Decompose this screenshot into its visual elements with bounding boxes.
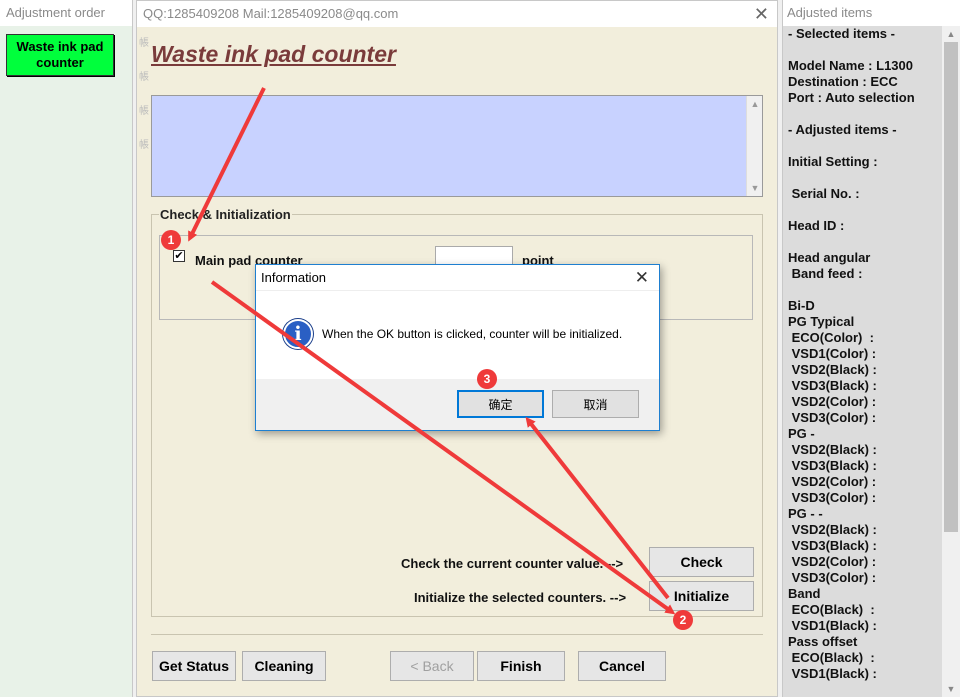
scroll-up-icon[interactable]: ▲: [747, 96, 763, 112]
adjusted-item-line: Destination : ECC: [788, 74, 898, 89]
adjustment-order-panel: Adjustment order Waste ink pad counter: [0, 0, 133, 697]
adjusted-item-line: VSD2(Color) :: [788, 474, 877, 489]
adjusted-item-line: VSD2(Black) :: [788, 362, 877, 377]
close-icon[interactable]: ✕: [635, 268, 649, 288]
annotation-marker-1: 1: [161, 230, 181, 250]
adjusted-item-line: Head ID :: [788, 218, 845, 233]
info-scrollbar[interactable]: ▲ ▼: [746, 96, 762, 196]
initialize-button[interactable]: Initialize: [649, 581, 754, 611]
adjusted-item-line: VSD3(Color) :: [788, 570, 877, 585]
scroll-thumb[interactable]: [944, 42, 958, 532]
divider: [151, 634, 763, 635]
adjusted-items-panel: Adjusted items - Selected items - Model …: [782, 0, 960, 697]
adjustment-order-title: Adjustment order: [0, 0, 132, 26]
adjusted-item-line: VSD2(Color) :: [788, 554, 877, 569]
adjusted-item-line: VSD3(Black) :: [788, 538, 877, 553]
adjusted-item-line: VSD3(Color) :: [788, 410, 877, 425]
cancel-button[interactable]: Cancel: [578, 651, 666, 681]
adjusted-item-line: [788, 170, 938, 186]
info-display: ▲ ▼: [151, 95, 763, 197]
dialog-footer: 确定 取消: [256, 379, 659, 430]
get-status-button[interactable]: Get Status: [152, 651, 236, 681]
adjusted-item-line: VSD1(Black) :: [788, 666, 877, 681]
adjusted-item-line: Head angular: [788, 250, 871, 265]
adjusted-item-line: ECO(Black) :: [788, 650, 875, 665]
adjusted-item-line: VSD1(Black) :: [788, 618, 877, 633]
dialog-message: When the OK button is clicked, counter w…: [322, 327, 623, 341]
adjusted-item-line: Band: [788, 586, 821, 601]
left-edge-strip: 帳帳帳帳: [139, 38, 149, 151]
finish-button[interactable]: Finish: [477, 651, 565, 681]
adjusted-items-list: - Selected items - Model Name : L1300 Des…: [788, 26, 938, 682]
page-title: Waste ink pad counter: [151, 41, 396, 67]
dialog-titlebar: Information ✕: [256, 265, 659, 291]
annotation-marker-3: 3: [477, 369, 497, 389]
adjusted-item-line: Model Name : L1300: [788, 58, 913, 73]
dialog-title: Information: [261, 270, 327, 285]
adjusted-item-line: VSD2(Black) :: [788, 522, 877, 537]
scroll-down-icon[interactable]: ▼: [942, 681, 960, 697]
adjusted-item-line: PG Typical: [788, 314, 855, 329]
main-window-title: QQ:1285409208 Mail:1285409208@qq.com ✕: [137, 1, 777, 27]
adjusted-item-line: - Adjusted items -: [788, 122, 897, 137]
scroll-up-icon[interactable]: ▲: [942, 26, 960, 42]
adjusted-item-line: Pass offset: [788, 634, 858, 649]
adjusted-item-line: Bi-D: [788, 298, 815, 313]
close-icon[interactable]: ✕: [754, 4, 769, 25]
adjusted-items-title: Adjusted items: [783, 0, 960, 26]
scroll-down-icon[interactable]: ▼: [747, 180, 763, 196]
cleaning-button[interactable]: Cleaning: [242, 651, 326, 681]
adjusted-item-line: VSD2(Color) :: [788, 394, 877, 409]
adjusted-item-line: PG - -: [788, 506, 823, 521]
window-title-text: QQ:1285409208 Mail:1285409208@qq.com: [143, 6, 399, 21]
back-button[interactable]: < Back: [390, 651, 474, 681]
adjusted-item-line: [788, 106, 938, 122]
adjusted-item-line: [788, 282, 938, 298]
main-pad-checkbox[interactable]: ✔: [173, 250, 185, 262]
adjusted-item-line: VSD3(Color) :: [788, 490, 877, 505]
annotation-marker-2: 2: [673, 610, 693, 630]
adjusted-item-line: VSD3(Black) :: [788, 378, 877, 393]
adjusted-item-line: ECO(Color) :: [788, 330, 874, 345]
adjusted-item-line: VSD2(Black) :: [788, 442, 877, 457]
initialize-label: Initialize the selected counters. -->: [414, 590, 627, 605]
info-icon: i: [283, 319, 313, 349]
adjusted-item-line: - Selected items -: [788, 26, 895, 41]
adjusted-item-line: [788, 138, 938, 154]
adjusted-item-line: PG -: [788, 426, 815, 441]
adjusted-item-line: Band feed :: [788, 266, 863, 281]
information-dialog: Information ✕ i When the OK button is cl…: [255, 264, 660, 431]
ok-button[interactable]: 确定: [457, 390, 544, 418]
adjusted-items-scrollbar[interactable]: ▲ ▼: [942, 26, 960, 697]
dialog-cancel-button[interactable]: 取消: [552, 390, 639, 418]
adjusted-item-line: Serial No. :: [788, 186, 860, 201]
group-label: Check & Initialization: [159, 207, 292, 222]
adjusted-item-line: ECO(Black) :: [788, 602, 875, 617]
adjusted-item-line: Port : Auto selection: [788, 90, 915, 105]
adjusted-item-line: Initial Setting :: [788, 154, 878, 169]
adjusted-item-line: [788, 42, 938, 58]
check-button[interactable]: Check: [649, 547, 754, 577]
waste-ink-pad-counter-item[interactable]: Waste ink pad counter: [6, 34, 114, 76]
adjusted-item-line: [788, 202, 938, 218]
adjusted-item-line: VSD1(Color) :: [788, 346, 877, 361]
check-label: Check the current counter value. -->: [401, 556, 624, 571]
adjusted-item-line: [788, 234, 938, 250]
adjusted-item-line: VSD3(Black) :: [788, 458, 877, 473]
